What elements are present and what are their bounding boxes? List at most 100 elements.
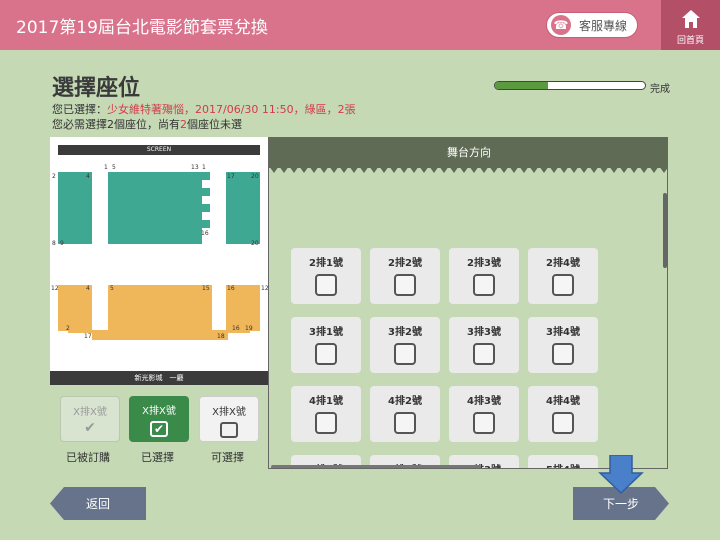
seat-checkbox[interactable]	[552, 412, 574, 434]
progress-fill	[495, 82, 548, 89]
seat-button[interactable]: 4排4號	[528, 386, 598, 442]
seat-number: 1	[202, 164, 206, 171]
seat-checkbox[interactable]	[394, 343, 416, 365]
seat-number: 16	[227, 285, 235, 292]
seat-checkbox[interactable]	[315, 343, 337, 365]
seat-number: 5	[112, 164, 116, 171]
seat-number: 16	[201, 230, 209, 237]
seat-button[interactable]: 3排2號	[370, 317, 440, 373]
legend-selected-text: X排X號	[142, 406, 176, 417]
legend-booked: X排X號 ✔	[60, 396, 120, 442]
seat-checkbox[interactable]	[394, 274, 416, 296]
seat-checkbox[interactable]	[552, 343, 574, 365]
selection-info-prefix: 您已選擇：	[52, 103, 107, 116]
seat-number: 18	[217, 333, 225, 340]
requirement-prefix: 您必需選擇2個座位，尚有	[52, 118, 180, 131]
seat-checkbox[interactable]	[315, 412, 337, 434]
horizontal-scrollbar[interactable]	[271, 465, 481, 468]
seat-map: SCREEN 1 5 13 1 2 4 17 20 16 8 9 20 12 4…	[50, 137, 269, 385]
progress-label: 完成	[650, 84, 670, 95]
seat-checkbox[interactable]	[552, 274, 574, 296]
seat-label: 3排1號	[309, 327, 343, 338]
seat-number: 15	[202, 285, 210, 292]
seat-button[interactable]: 4排1號	[291, 386, 361, 442]
section-top-center	[108, 172, 202, 244]
progress-bar	[494, 81, 646, 90]
legend-booked-text: X排X號	[73, 407, 107, 418]
seat-number: 20	[251, 240, 259, 247]
seat-number: 12	[51, 285, 59, 292]
seat-checkbox[interactable]	[315, 274, 337, 296]
legend-available: X排X號	[199, 396, 259, 442]
seat-number: 2	[66, 325, 70, 332]
home-button[interactable]: 回首頁	[661, 0, 720, 50]
stage-zigzag	[269, 166, 667, 173]
remaining-count: 2	[180, 118, 187, 131]
seat-button[interactable]: 3排4號	[528, 317, 598, 373]
section-bottom-left-step	[68, 311, 92, 333]
seat-number: 1	[104, 164, 108, 171]
seat-label: 4排2號	[388, 396, 422, 407]
seat-label: 2排1號	[309, 258, 343, 269]
seat-button[interactable]: 2排3號	[449, 248, 519, 304]
legend-selected-caption: 已選擇	[141, 451, 174, 464]
seat-number: 9	[60, 240, 64, 247]
seat-button[interactable]: 2排1號	[291, 248, 361, 304]
customer-service-button[interactable]: ☎ 客服專線	[546, 12, 638, 38]
section-top-center-notch	[202, 188, 210, 196]
seat-button[interactable]: 5排4號	[528, 455, 598, 468]
cinema-caption: 新光影城 一廳	[50, 371, 268, 385]
seat-button[interactable]: 4排3號	[449, 386, 519, 442]
seat-label: 2排3號	[467, 258, 501, 269]
seat-number: 16	[232, 325, 240, 332]
header: 2017第19屆台北電影節套票兌換 ☎ 客服專線 回首頁	[0, 0, 720, 50]
seat-checkbox[interactable]	[394, 412, 416, 434]
phone-icon: ☎	[551, 15, 571, 35]
seat-button[interactable]: 2排4號	[528, 248, 598, 304]
seat-button[interactable]: 3排3號	[449, 317, 519, 373]
section-top-right	[226, 172, 260, 244]
seat-selection-panel[interactable]: 舞台方向 2排1號 2排2號 2排3號 2排4號 3排1號 3排2號 3排3號 3排4號 4排1…	[268, 137, 668, 469]
seat-checkbox[interactable]	[473, 274, 495, 296]
seat-number: 4	[86, 285, 90, 292]
section-top-center-notch	[202, 220, 210, 228]
seat-number: 17	[227, 173, 235, 180]
requirement-suffix: 個座位未選	[187, 118, 242, 131]
seat-label: 4排3號	[467, 396, 501, 407]
section-top-left	[58, 172, 92, 244]
vertical-scrollbar[interactable]	[663, 193, 667, 268]
home-icon	[661, 8, 720, 30]
seat-number: 19	[245, 325, 253, 332]
section-bottom-back-row	[92, 330, 228, 340]
selection-info: 您已選擇：少女維特著殤惱，2017/06/30 11:50，綠區，2張	[52, 101, 356, 117]
seat-button[interactable]: 4排2號	[370, 386, 440, 442]
seat-number: 5	[110, 285, 114, 292]
legend-selected: X排X號 ✔	[129, 396, 189, 442]
seat-checkbox[interactable]	[473, 412, 495, 434]
back-button[interactable]: 返回	[50, 487, 146, 520]
seat-number: 8	[52, 240, 56, 247]
section-bottom-center	[108, 285, 212, 330]
seat-label: 3排4號	[546, 327, 580, 338]
legend-available-caption: 可選擇	[211, 451, 244, 464]
check-icon: ✔	[84, 420, 96, 436]
legend-available-text: X排X號	[212, 407, 246, 418]
seat-button[interactable]: 2排2號	[370, 248, 440, 304]
seat-label: 2排4號	[546, 258, 580, 269]
customer-service-label: 客服專線	[579, 18, 628, 33]
seat-number: 17	[84, 333, 92, 340]
arrow-down-icon	[598, 455, 644, 495]
seat-label: 4排1號	[309, 396, 343, 407]
seat-number: 2	[52, 173, 56, 180]
section-top-center-notch	[202, 172, 210, 180]
seat-checkbox[interactable]	[473, 343, 495, 365]
screen-label: SCREEN	[58, 145, 260, 155]
empty-box-icon	[220, 422, 238, 438]
seat-label: 4排4號	[546, 396, 580, 407]
seat-requirement: 您必需選擇2個座位，尚有2個座位未選	[52, 116, 242, 132]
seat-label: 3排2號	[388, 327, 422, 338]
seat-number: 13	[191, 164, 199, 171]
home-label: 回首頁	[676, 36, 704, 46]
seat-label: 5排4號	[528, 461, 598, 468]
seat-button[interactable]: 3排1號	[291, 317, 361, 373]
